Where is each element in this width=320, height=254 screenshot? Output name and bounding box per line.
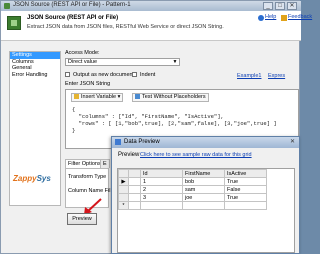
brand-part2: Sys — [36, 174, 51, 183]
minimize-button[interactable]: _ — [263, 2, 273, 10]
output-new-document-checkbox[interactable] — [65, 72, 70, 77]
brand-part1: Zappy — [13, 174, 37, 183]
cell-firstname[interactable]: sam — [182, 185, 225, 194]
json-line-1: { — [72, 106, 76, 113]
header-subtitle: Extract JSON data from JSON files, RESTf… — [27, 24, 224, 30]
test-without-placeholders-button[interactable]: Test Without Placeholders — [132, 93, 209, 102]
cell-isactive[interactable]: True — [224, 193, 267, 202]
maximize-button[interactable]: □ — [275, 2, 285, 10]
preview-grid[interactable]: Id FirstName IsActive ▶ 1 bob True 2 sam… — [117, 168, 295, 253]
help-link[interactable]: Help — [265, 14, 276, 20]
cell-isactive[interactable] — [224, 201, 267, 210]
feedback-icon[interactable] — [281, 15, 287, 21]
close-button[interactable]: ✕ — [287, 2, 297, 10]
access-mode-value: Direct value — [68, 59, 98, 65]
json-string-label: Enter JSON String — [65, 81, 111, 87]
cell-id[interactable] — [140, 201, 183, 210]
cell-isactive[interactable]: False — [224, 185, 267, 194]
dialog-icon — [115, 139, 121, 145]
dialog-title: Data Preview — [124, 139, 160, 145]
sample-raw-data-link[interactable]: Click here to see sample raw data for th… — [140, 152, 252, 158]
preview-button[interactable]: Preview — [67, 213, 97, 225]
output-new-document-label: Output as new document — [73, 72, 135, 78]
header-row: Id FirstName IsActive — [118, 169, 267, 178]
cell-id[interactable]: 3 — [140, 193, 183, 202]
tab-e[interactable]: E — [100, 159, 110, 168]
row-selector-icon[interactable]: ▶ — [118, 177, 129, 186]
feedback-link[interactable]: Feedback — [288, 14, 312, 20]
row-number-cell — [128, 185, 141, 194]
cell-firstname[interactable]: bob — [182, 177, 225, 186]
tab-filter-options[interactable]: Filter Options — [65, 159, 104, 168]
column-name-filter-label: Column Name Fil — [68, 188, 111, 194]
dialog-close-button[interactable]: ✕ — [289, 139, 296, 146]
column-header-id[interactable]: Id — [140, 169, 183, 178]
column-header-isactive[interactable]: IsActive — [224, 169, 267, 178]
test-icon — [135, 94, 140, 100]
json-source-icon — [7, 16, 21, 30]
json-line-3: "rows" : [ [1,"bob",true], [2,"sam",fals… — [72, 120, 277, 127]
preview-heading: Preview — [118, 152, 140, 158]
row-number-cell — [128, 177, 141, 186]
table-row[interactable]: ▶ 1 bob True — [118, 177, 267, 186]
cell-id[interactable]: 2 — [140, 185, 183, 194]
cell-isactive[interactable]: True — [224, 177, 267, 186]
header: JSON Source (REST API or File) Extract J… — [1, 11, 312, 41]
cell-firstname[interactable] — [182, 201, 225, 210]
table-row[interactable]: 2 sam False — [118, 185, 267, 194]
window-titlebar: JSON Source (REST API or File) - Pattern… — [1, 1, 301, 11]
cell-id[interactable]: 1 — [140, 177, 183, 186]
window-title: JSON Source (REST API or File) - Pattern… — [13, 2, 131, 8]
transform-type-label: Transform Type — [68, 174, 107, 180]
header-title: JSON Source (REST API or File) — [27, 15, 119, 21]
json-line-2: "columns" : ["Id", "FirstName", "IsActiv… — [72, 113, 224, 120]
data-preview-dialog: Data Preview ✕ Preview Click here to see… — [111, 136, 300, 254]
help-icon[interactable] — [258, 15, 264, 21]
example-link[interactable]: Example1 — [237, 73, 261, 79]
row-number-cell — [128, 193, 141, 202]
row-number-cell — [128, 201, 141, 210]
access-mode-select[interactable]: Direct value ▼ — [65, 58, 180, 66]
json-line-4: } — [72, 127, 76, 134]
chevron-down-icon: ▼ — [172, 59, 178, 65]
row-selector[interactable] — [118, 185, 129, 194]
insert-variable-button[interactable]: Insert Variable ▾ — [71, 93, 124, 102]
new-row-marker[interactable]: * — [118, 201, 129, 210]
new-row[interactable]: * — [118, 201, 267, 210]
app-icon — [4, 3, 10, 9]
indent-label: Indent — [140, 72, 156, 78]
expression-link[interactable]: Expres — [268, 73, 285, 79]
row-marker-header — [128, 169, 141, 178]
corner-cell — [118, 169, 129, 178]
zappysys-logo: ZappySys — [13, 174, 51, 183]
preview-table: Id FirstName IsActive ▶ 1 bob True 2 sam… — [118, 169, 267, 210]
dialog-titlebar: Data Preview ✕ — [112, 137, 299, 148]
row-selector[interactable] — [118, 193, 129, 202]
column-header-firstname[interactable]: FirstName — [182, 169, 225, 178]
nav-item-error-handling[interactable]: Error Handling — [10, 72, 60, 79]
indent-checkbox[interactable] — [132, 72, 137, 77]
access-mode-label: Access Mode: — [65, 50, 100, 56]
table-row[interactable]: 3 joe True — [118, 193, 267, 202]
cell-firstname[interactable]: joe — [182, 193, 225, 202]
variable-icon — [74, 94, 79, 100]
